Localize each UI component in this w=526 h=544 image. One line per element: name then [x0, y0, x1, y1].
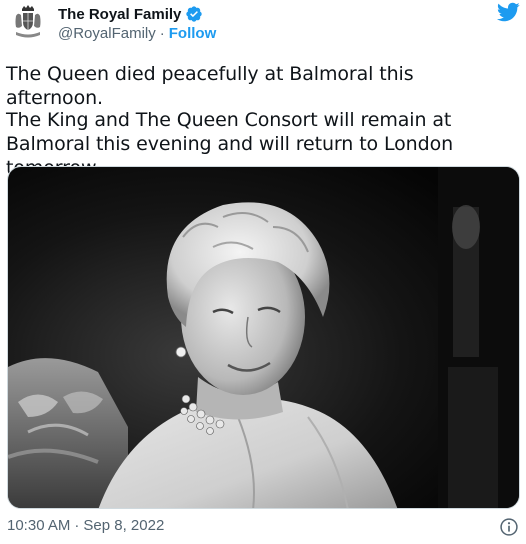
author-name-line: The Royal Family — [58, 5, 203, 23]
tweet-card: The Royal Family @RoyalFamily · Follow T… — [0, 0, 526, 544]
follow-button[interactable]: Follow — [169, 25, 217, 42]
author-display-name[interactable]: The Royal Family — [58, 6, 181, 23]
tweet-date: Sep 8, 2022 — [83, 517, 165, 534]
handle-separator: · — [159, 25, 165, 42]
verified-badge-icon — [185, 5, 203, 23]
tweet-timestamp[interactable]: 10:30 AM · Sep 8, 2022 — [7, 517, 164, 534]
avatar[interactable] — [8, 2, 48, 42]
info-icon[interactable] — [499, 517, 519, 537]
tweet-time: 10:30 AM — [7, 517, 71, 534]
tweet-text-paragraph-1: The Queen died peacefully at Balmoral th… — [6, 63, 414, 109]
timestamp-separator: · — [74, 517, 80, 534]
royal-crest-icon — [8, 2, 48, 42]
author-handle-line: @RoyalFamily · Follow — [58, 25, 216, 42]
author-handle[interactable]: @RoyalFamily — [58, 25, 156, 42]
tweet-media-photo[interactable] — [7, 166, 520, 509]
twitter-bird-icon[interactable] — [496, 0, 520, 24]
portrait-photo — [8, 167, 519, 508]
